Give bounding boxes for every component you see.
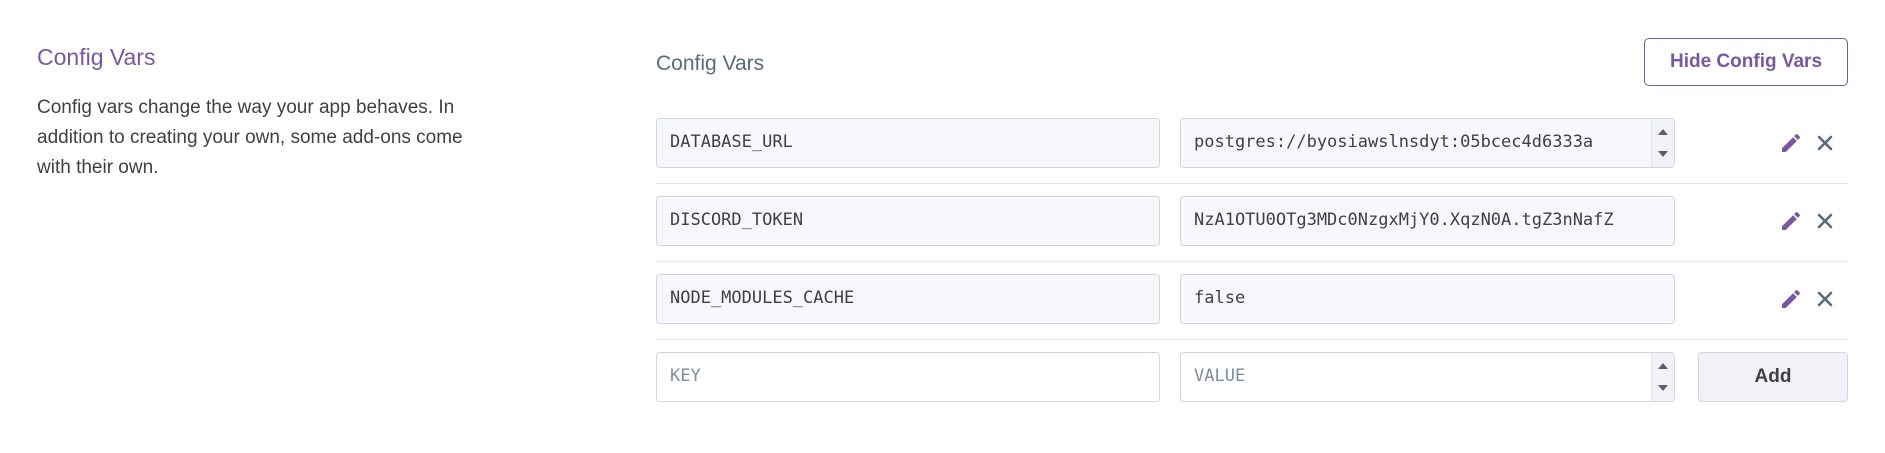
new-config-var-row: KEY VALUE Add <box>656 340 1848 417</box>
pencil-icon[interactable] <box>1776 206 1806 236</box>
config-vars-section: Config Vars Config vars change the way y… <box>0 0 1885 453</box>
config-var-row: NODE_MODULES_CACHE false <box>656 262 1848 340</box>
pencil-icon[interactable] <box>1776 128 1806 158</box>
config-var-key-field[interactable]: NODE_MODULES_CACHE <box>656 274 1160 324</box>
spinner-down-icon[interactable] <box>1658 385 1668 391</box>
config-var-value-text: postgres://byosiawslnsdyt:05bcec4d6333a <box>1194 132 1594 152</box>
config-vars-intro: Config Vars Config vars change the way y… <box>37 44 477 183</box>
new-value-placeholder: VALUE <box>1194 366 1246 386</box>
new-value-input[interactable]: VALUE <box>1180 352 1675 402</box>
intro-title: Config Vars <box>37 44 156 70</box>
add-config-var-button[interactable]: Add <box>1698 352 1848 402</box>
spinner-down-icon[interactable] <box>1658 151 1668 157</box>
hide-config-vars-button[interactable]: Hide Config Vars <box>1644 38 1848 86</box>
close-icon[interactable] <box>1810 128 1840 158</box>
config-var-value-field[interactable]: postgres://byosiawslnsdyt:05bcec4d6333a <box>1180 118 1675 168</box>
pencil-icon[interactable] <box>1776 284 1806 314</box>
config-var-row: DATABASE_URL postgres://byosiawslnsdyt:0… <box>656 106 1848 184</box>
value-scroll-spinner[interactable] <box>1651 119 1674 167</box>
spinner-up-icon[interactable] <box>1658 363 1668 369</box>
close-icon[interactable] <box>1810 206 1840 236</box>
config-var-value-field[interactable]: NzA1OTU0OTg3MDc0NzgxMjY0.XqzN0A.tgZ3nNaf… <box>1180 196 1675 246</box>
new-key-input[interactable]: KEY <box>656 352 1160 402</box>
close-icon[interactable] <box>1810 284 1840 314</box>
spinner-up-icon[interactable] <box>1658 129 1668 135</box>
panel-header: Config Vars Hide Config Vars <box>656 38 1848 106</box>
config-var-row: DISCORD_TOKEN NzA1OTU0OTg3MDc0NzgxMjY0.X… <box>656 184 1848 262</box>
config-vars-panel: Config Vars Hide Config Vars DATABASE_UR… <box>656 38 1848 417</box>
intro-description: Config vars change the way your app beha… <box>37 97 463 178</box>
config-vars-list: DATABASE_URL postgres://byosiawslnsdyt:0… <box>656 106 1848 417</box>
config-var-value-field[interactable]: false <box>1180 274 1675 324</box>
row-actions <box>1776 128 1856 158</box>
panel-title: Config Vars <box>656 52 765 75</box>
config-var-key-field[interactable]: DISCORD_TOKEN <box>656 196 1160 246</box>
config-var-key-field[interactable]: DATABASE_URL <box>656 118 1160 168</box>
row-actions <box>1776 206 1856 236</box>
value-scroll-spinner[interactable] <box>1651 353 1674 401</box>
row-actions <box>1776 284 1856 314</box>
